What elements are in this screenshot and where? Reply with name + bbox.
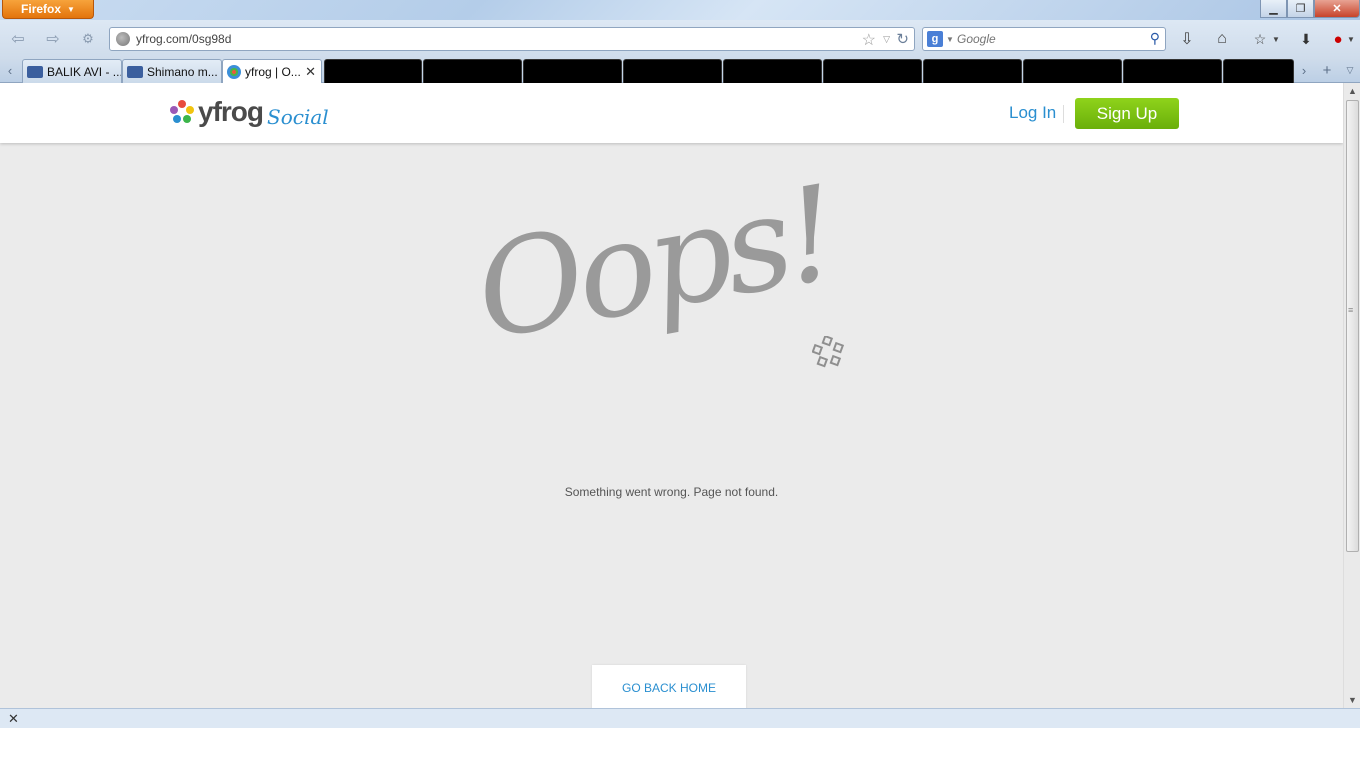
tab-strip: ‹ BALIK AVI - ... Shimano m... yfrog | O…	[0, 58, 1360, 84]
reload-icon[interactable]: ↻	[896, 30, 909, 48]
tab-label: BALIK AVI - ...	[47, 64, 122, 79]
tab-balik-avi[interactable]: BALIK AVI - ...	[22, 59, 122, 83]
tab-redacted[interactable]	[324, 59, 422, 83]
scroll-down-icon[interactable]: ▼	[1344, 692, 1360, 708]
close-window-icon[interactable]: ✕	[1314, 0, 1360, 18]
header-divider	[1063, 105, 1064, 123]
engine-dropdown-icon[interactable]: ▼	[946, 35, 954, 44]
restore-icon[interactable]: ❐	[1287, 0, 1314, 18]
scroll-up-icon[interactable]: ▲	[1344, 83, 1360, 99]
search-icon[interactable]: ⚲	[1150, 30, 1160, 47]
firefox-menu-label: Firefox	[21, 2, 62, 16]
flower-dots-icon	[812, 336, 845, 368]
web-page: yfrog Social Log In Sign Up Oops! Someth…	[0, 83, 1343, 708]
bookmark-star-icon[interactable]: ☆	[862, 30, 876, 50]
globe-icon	[116, 32, 130, 46]
login-link[interactable]: Log In	[1009, 103, 1056, 123]
fish-favicon-icon	[27, 65, 43, 78]
tab-scroll-left-icon[interactable]: ‹	[3, 62, 17, 78]
go-back-home-button[interactable]: GO BACK HOME	[592, 665, 746, 708]
navigation-toolbar: ⇦ ⇨ ⚙ yfrog.com/0sg98d ☆ ▽ ↻ g ▼ ⚲ ⇩ ⌂ ☆…	[0, 20, 1360, 58]
tab-label: Shimano m...	[147, 64, 218, 79]
search-bar[interactable]: g ▼ ⚲	[922, 27, 1166, 51]
minimize-icon[interactable]: ▁	[1260, 0, 1287, 18]
signup-button[interactable]: Sign Up	[1075, 98, 1179, 129]
yfrog-logo[interactable]: yfrog Social	[170, 95, 329, 129]
url-text: yfrog.com/0sg98d	[136, 32, 232, 46]
list-tabs-icon[interactable]: ▽	[1343, 62, 1357, 78]
brand-suffix: Social	[267, 105, 329, 129]
tab-redacted[interactable]	[1023, 59, 1122, 83]
tab-redacted[interactable]	[823, 59, 922, 83]
tab-shimano[interactable]: Shimano m...	[122, 59, 222, 83]
window-titlebar: Firefox ▼ ▁ ❐ ✕	[0, 0, 1360, 20]
downloads-icon[interactable]: ⬇	[1296, 29, 1316, 49]
download-arrow-icon[interactable]: ⇩	[1177, 29, 1197, 49]
tab-redacted[interactable]	[1123, 59, 1222, 83]
tab-yfrog[interactable]: yfrog | O... ✕	[222, 59, 322, 84]
google-engine-icon[interactable]: g	[927, 31, 943, 47]
tab-redacted[interactable]	[723, 59, 822, 83]
tab-close-icon[interactable]: ✕	[305, 64, 316, 80]
yfrog-flower-icon	[170, 100, 194, 124]
search-input[interactable]	[957, 31, 1137, 47]
vertical-scrollbar[interactable]: ▲ ≡ ▼	[1343, 83, 1360, 708]
yfrog-favicon-icon	[227, 65, 241, 79]
history-dropdown-icon[interactable]: ▽	[883, 34, 890, 45]
firefox-menu-button[interactable]: Firefox ▼	[2, 0, 94, 19]
tab-scroll-right-icon[interactable]: ›	[1297, 62, 1311, 78]
error-message: Something went wrong. Page not found.	[564, 485, 779, 499]
url-bar[interactable]: yfrog.com/0sg98d ☆ ▽ ↻	[109, 27, 915, 51]
addons-icon[interactable]: ⚙	[78, 29, 98, 49]
tab-redacted[interactable]	[1223, 59, 1294, 83]
site-header: yfrog Social Log In Sign Up	[0, 83, 1343, 143]
oops-headline: Oops!	[465, 157, 844, 369]
tab-redacted[interactable]	[623, 59, 722, 83]
addon-dropdown-icon[interactable]: ▼	[1345, 29, 1357, 49]
oops-illustration: Oops!	[466, 157, 860, 448]
scrollbar-thumb[interactable]	[1346, 100, 1359, 552]
close-bar-icon[interactable]: ✕	[8, 711, 19, 727]
back-arrow-icon[interactable]: ⇦	[8, 29, 28, 49]
brand-name: yfrog	[198, 96, 264, 127]
chevron-down-icon: ▼	[67, 4, 75, 14]
forward-arrow-icon[interactable]: ⇨	[43, 29, 63, 49]
fish-favicon-icon	[127, 65, 143, 78]
tab-label: yfrog | O...	[245, 65, 301, 79]
bookmarks-dropdown-icon[interactable]: ▼	[1266, 29, 1286, 49]
tab-redacted[interactable]	[423, 59, 522, 83]
scroll-grip-icon: ≡	[1348, 305, 1354, 315]
tab-redacted[interactable]	[923, 59, 1022, 83]
window-controls: ▁ ❐ ✕	[1260, 0, 1360, 18]
bottom-bar: ✕	[0, 708, 1360, 728]
new-tab-plus-icon[interactable]: +	[1320, 62, 1334, 79]
home-icon[interactable]: ⌂	[1212, 29, 1232, 49]
tab-redacted[interactable]	[523, 59, 622, 83]
